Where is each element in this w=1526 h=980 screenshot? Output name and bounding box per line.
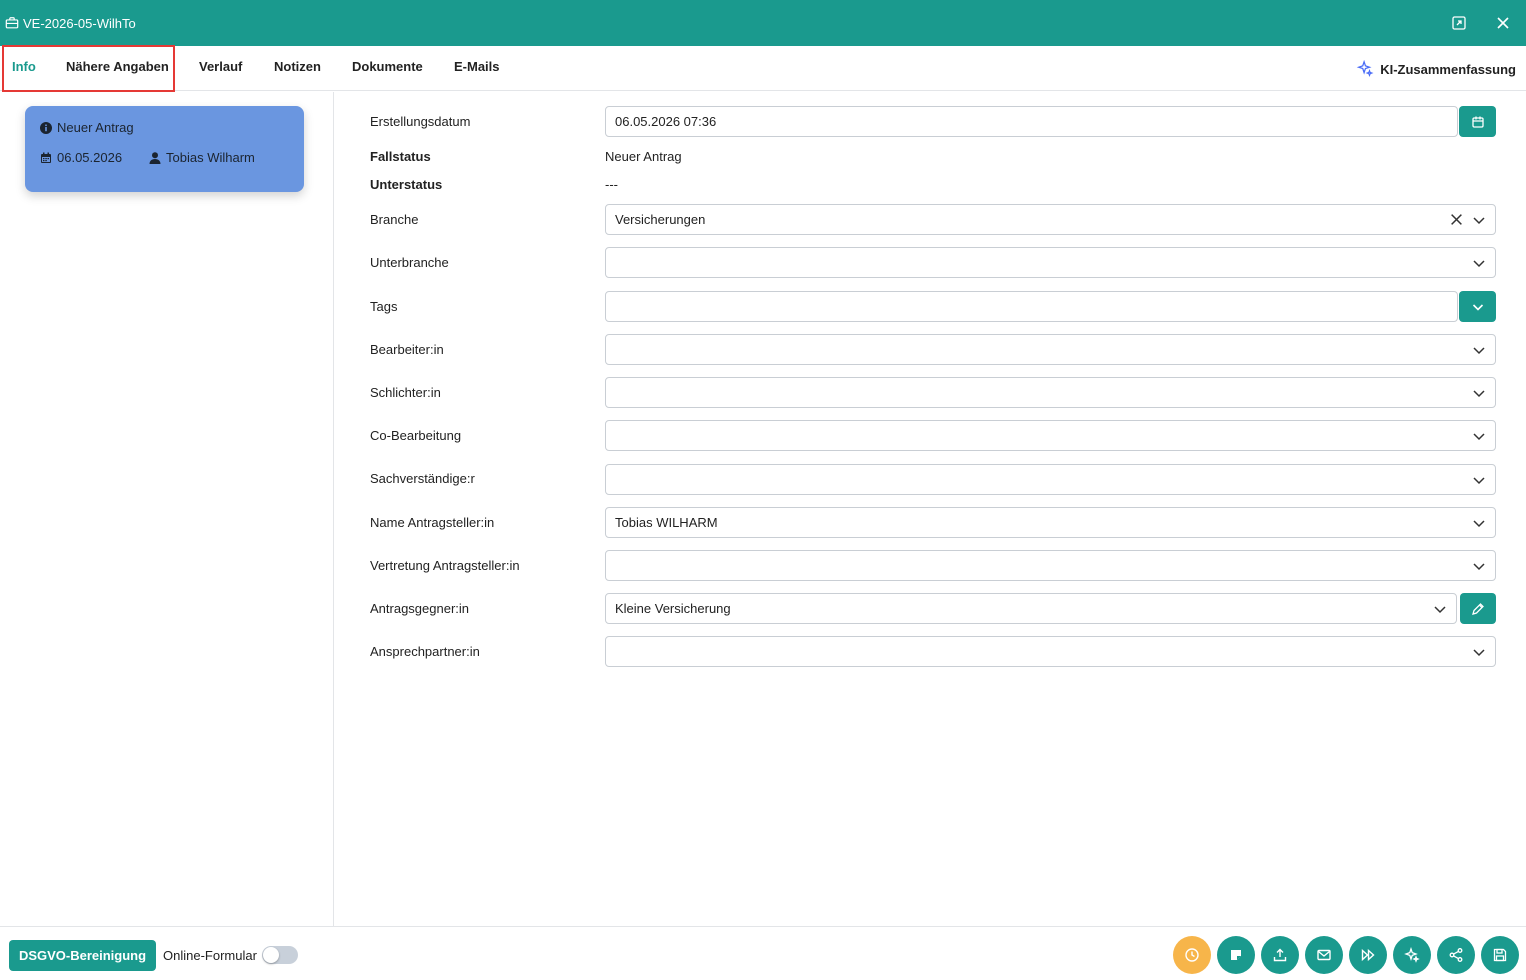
upload-button[interactable] bbox=[1261, 936, 1299, 974]
unterstatus-value: --- bbox=[605, 177, 618, 192]
note-icon bbox=[1231, 950, 1241, 960]
window-title: VE-2026-05-WilhTo bbox=[0, 16, 136, 31]
edit-antragsgegner-button[interactable] bbox=[1460, 593, 1496, 624]
tab-notizen[interactable]: Notizen bbox=[274, 59, 321, 74]
chevron-down-icon bbox=[1473, 649, 1485, 657]
close-icon bbox=[1497, 17, 1509, 29]
unterbranche-label: Unterbranche bbox=[370, 255, 449, 270]
online-formular-toggle[interactable] bbox=[262, 946, 298, 964]
co-bearbeitung-label: Co-Bearbeitung bbox=[370, 428, 462, 443]
fallstatus-value: Neuer Antrag bbox=[605, 149, 682, 164]
unterbranche-select[interactable] bbox=[605, 247, 1496, 278]
erstellungsdatum-value: 06.05.2026 07:36 bbox=[615, 114, 717, 129]
case-form: Erstellungsdatum 06.05.2026 07:36 Fallst… bbox=[334, 92, 1526, 926]
pencil-icon bbox=[1472, 602, 1484, 615]
vertretung-select[interactable] bbox=[605, 550, 1496, 581]
timer-button[interactable] bbox=[1173, 936, 1211, 974]
name-antragsteller-select[interactable]: Tobias WILHARM bbox=[605, 507, 1496, 538]
dsgvo-button[interactable]: DSGVO-Bereinigung bbox=[9, 940, 156, 971]
calendar-button[interactable] bbox=[1459, 106, 1496, 137]
upload-icon bbox=[1273, 948, 1287, 962]
antragsgegner-label: Antragsgegner:in bbox=[370, 601, 470, 616]
toggle-knob bbox=[263, 947, 279, 963]
erstellungsdatum-input[interactable]: 06.05.2026 07:36 bbox=[605, 106, 1458, 137]
title-bar: VE-2026-05-WilhTo bbox=[0, 0, 1526, 46]
ai-sparkle-icon bbox=[1404, 947, 1420, 963]
case-date-row: 06.05.2026 bbox=[40, 150, 122, 165]
tags-input[interactable] bbox=[605, 291, 1458, 322]
case-user-row: Tobias Wilharm bbox=[149, 150, 255, 165]
tags-label: Tags bbox=[370, 299, 398, 314]
chevron-down-icon bbox=[1473, 390, 1485, 398]
note-button[interactable] bbox=[1217, 936, 1255, 974]
sachverstaendige-label: Sachverständige:r bbox=[370, 471, 475, 486]
online-formular-label: Online-Formular bbox=[163, 948, 257, 963]
mail-icon bbox=[1317, 949, 1331, 961]
close-button[interactable] bbox=[1493, 13, 1513, 33]
footer-bar: DSGVO-Bereinigung Online-Formular bbox=[0, 926, 1526, 980]
fallstatus-label: Fallstatus bbox=[370, 149, 431, 164]
ansprechpartner-select[interactable] bbox=[605, 636, 1496, 667]
schlichter-label: Schlichter:in bbox=[370, 385, 441, 400]
chevron-down-icon bbox=[1473, 563, 1485, 571]
vertretung-label: Vertretung Antragsteller:in bbox=[370, 558, 520, 573]
erstellungsdatum-label: Erstellungsdatum bbox=[370, 114, 471, 129]
case-status: Neuer Antrag bbox=[57, 120, 134, 135]
chevron-down-icon bbox=[1473, 347, 1485, 355]
save-icon bbox=[1493, 948, 1507, 962]
calendar-icon bbox=[1471, 116, 1484, 128]
case-card[interactable]: Neuer Antrag 06.05.2026 Tobias Wilharm bbox=[25, 106, 304, 192]
clear-icon[interactable] bbox=[1450, 213, 1463, 226]
clock-icon bbox=[1185, 948, 1199, 962]
restore-icon bbox=[1452, 16, 1466, 30]
calendar-icon bbox=[41, 152, 51, 163]
sparkle-icon bbox=[1356, 60, 1374, 78]
user-icon bbox=[149, 151, 161, 164]
info-icon bbox=[40, 121, 52, 134]
unterstatus-label: Unterstatus bbox=[370, 177, 443, 192]
ki-summary-button[interactable]: KI-Zusammenfassung bbox=[1356, 60, 1516, 78]
share-button[interactable] bbox=[1437, 936, 1475, 974]
chevron-down-icon bbox=[1473, 433, 1485, 441]
antragsgegner-value: Kleine Versicherung bbox=[615, 601, 731, 616]
antragsgegner-select[interactable]: Kleine Versicherung bbox=[605, 593, 1457, 624]
tab-bar: Info Nähere Angaben Verlauf Notizen Doku… bbox=[0, 46, 1526, 91]
case-sidebar: Neuer Antrag 06.05.2026 Tobias Wilharm bbox=[0, 92, 334, 926]
branche-select[interactable]: Versicherungen bbox=[605, 204, 1496, 235]
sachverstaendige-select[interactable] bbox=[605, 464, 1496, 495]
chevron-down-icon bbox=[1472, 303, 1483, 311]
chevron-down-icon bbox=[1473, 217, 1485, 225]
ansprechpartner-label: Ansprechpartner:in bbox=[370, 644, 480, 659]
name-antragsteller-value: Tobias WILHARM bbox=[615, 515, 718, 530]
share-icon bbox=[1449, 948, 1463, 962]
case-date: 06.05.2026 bbox=[57, 150, 123, 165]
branche-value: Versicherungen bbox=[615, 212, 706, 227]
co-bearbeitung-select[interactable] bbox=[605, 420, 1496, 451]
chevron-down-icon bbox=[1473, 520, 1485, 528]
schlichter-select[interactable] bbox=[605, 377, 1496, 408]
chevron-down-icon bbox=[1473, 477, 1485, 485]
restore-button[interactable] bbox=[1449, 13, 1469, 33]
forward-button[interactable] bbox=[1349, 936, 1387, 974]
window-title-text: VE-2026-05-WilhTo bbox=[23, 15, 136, 31]
name-antragsteller-label: Name Antragsteller:in bbox=[370, 515, 495, 530]
case-user: Tobias Wilharm bbox=[166, 150, 255, 165]
bearbeiter-select[interactable] bbox=[605, 334, 1496, 365]
fast-forward-icon bbox=[1361, 948, 1375, 962]
ki-summary-label: KI-Zusammenfassung bbox=[1380, 61, 1516, 77]
chevron-down-icon bbox=[1434, 606, 1446, 614]
save-button[interactable] bbox=[1481, 936, 1519, 974]
tab-emails[interactable]: E-Mails bbox=[454, 59, 500, 74]
ai-button[interactable] bbox=[1393, 936, 1431, 974]
tags-dropdown-button[interactable] bbox=[1459, 291, 1496, 322]
tab-dokumente[interactable]: Dokumente bbox=[352, 59, 423, 74]
case-status-row: Neuer Antrag bbox=[40, 120, 134, 135]
briefcase-icon bbox=[5, 17, 19, 29]
tab-verlauf[interactable]: Verlauf bbox=[199, 59, 242, 74]
tab-highlight-box bbox=[2, 45, 175, 92]
branche-label: Branche bbox=[370, 212, 419, 227]
bearbeiter-label: Bearbeiter:in bbox=[370, 342, 444, 357]
chevron-down-icon bbox=[1473, 260, 1485, 268]
email-button[interactable] bbox=[1305, 936, 1343, 974]
